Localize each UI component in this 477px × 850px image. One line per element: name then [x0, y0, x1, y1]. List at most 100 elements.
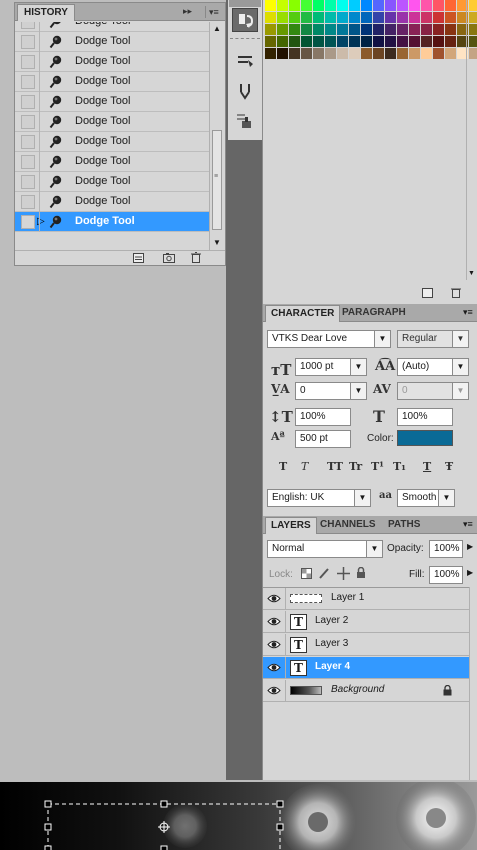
color-swatch[interactable] [373, 48, 384, 59]
history-brush-source-checkbox[interactable] [21, 115, 35, 129]
color-swatch[interactable] [385, 48, 396, 59]
color-swatch[interactable] [373, 24, 384, 35]
color-swatch[interactable] [325, 36, 336, 47]
color-swatch[interactable] [325, 0, 336, 11]
color-swatch[interactable] [313, 0, 324, 11]
color-swatch[interactable] [265, 12, 276, 23]
tab-history[interactable]: HISTORY [17, 4, 75, 21]
history-brush-source-checkbox[interactable] [21, 155, 35, 169]
history-item[interactable]: Dodge Tool [15, 32, 209, 52]
tab-character[interactable]: CHARACTER [265, 305, 341, 322]
history-brush-source-checkbox[interactable] [21, 55, 35, 69]
layer-row[interactable]: T Layer 3 [263, 634, 469, 656]
color-swatch[interactable] [265, 0, 276, 11]
color-swatch[interactable] [445, 24, 456, 35]
history-brush-source-checkbox[interactable] [21, 35, 35, 49]
language-select[interactable]: English: UK ▼ [267, 489, 371, 507]
color-swatch[interactable] [277, 12, 288, 23]
kerning-field[interactable]: 0 ▼ [295, 382, 367, 400]
opacity-field[interactable]: 100% [429, 540, 463, 558]
vertical-scale-field[interactable]: 100% [295, 408, 351, 426]
color-swatch[interactable] [373, 36, 384, 47]
color-swatch[interactable] [301, 24, 312, 35]
color-swatch[interactable] [265, 48, 276, 59]
history-brush-source-checkbox[interactable] [21, 75, 35, 89]
color-swatch[interactable] [337, 48, 348, 59]
color-swatch[interactable] [433, 36, 444, 47]
layers-scrollbar[interactable] [469, 587, 477, 780]
color-swatch[interactable] [289, 36, 300, 47]
color-swatch[interactable] [433, 12, 444, 23]
eye-icon[interactable] [267, 593, 281, 604]
color-swatch[interactable] [409, 12, 420, 23]
history-scroll-thumb[interactable]: ≡ [212, 130, 222, 230]
color-swatch[interactable] [409, 24, 420, 35]
document-canvas[interactable] [0, 782, 477, 850]
color-swatch[interactable] [397, 48, 408, 59]
tab-channels[interactable]: CHANNELS [315, 517, 381, 534]
color-swatch[interactable] [397, 36, 408, 47]
color-swatch[interactable] [397, 24, 408, 35]
history-brush-button[interactable] [232, 8, 258, 32]
color-swatch[interactable] [433, 24, 444, 35]
color-swatch[interactable] [349, 24, 360, 35]
color-swatch[interactable] [289, 24, 300, 35]
scroll-down-icon[interactable]: ▼ [213, 238, 221, 247]
history-brush-source-checkbox[interactable] [21, 195, 35, 209]
strikethrough-button[interactable]: Ŧ [445, 460, 453, 473]
fill-field[interactable]: 100% [429, 566, 463, 584]
antialias-select[interactable]: Smooth ▼ [397, 489, 455, 507]
color-swatch[interactable] [277, 36, 288, 47]
color-swatch[interactable] [325, 48, 336, 59]
color-swatch[interactable] [313, 24, 324, 35]
color-swatch[interactable] [385, 36, 396, 47]
color-swatch[interactable] [421, 48, 432, 59]
baseline-shift-field[interactable]: 500 pt [295, 430, 351, 448]
lock-transparent-icon[interactable] [301, 568, 312, 579]
color-swatch[interactable] [265, 36, 276, 47]
layer-row[interactable]: Layer 1 [263, 588, 469, 610]
color-swatch[interactable] [325, 24, 336, 35]
color-swatch[interactable] [289, 48, 300, 59]
color-swatch[interactable] [337, 24, 348, 35]
font-family-select[interactable]: VTKS Dear Love ▼ [267, 330, 391, 348]
layer-row[interactable]: T Layer 2 [263, 611, 469, 633]
history-item[interactable]: Dodge Tool [15, 22, 209, 32]
history-brush-source-checkbox[interactable] [21, 22, 35, 29]
history-item[interactable]: Dodge Tool [15, 132, 209, 152]
color-swatch[interactable] [349, 0, 360, 11]
color-swatch[interactable] [373, 12, 384, 23]
color-swatch[interactable] [301, 0, 312, 11]
blend-mode-select[interactable]: Normal ▼ [267, 540, 383, 558]
color-swatch[interactable] [361, 36, 372, 47]
eye-icon[interactable] [267, 639, 281, 650]
color-swatch[interactable] [301, 36, 312, 47]
faux-bold-button[interactable]: T [279, 460, 287, 473]
color-swatch[interactable] [289, 12, 300, 23]
history-item[interactable]: Dodge Tool [15, 172, 209, 192]
color-swatch[interactable] [361, 0, 372, 11]
color-swatch[interactable] [277, 48, 288, 59]
history-item[interactable]: Dodge Tool [15, 52, 209, 72]
new-document-icon[interactable] [133, 253, 144, 263]
scroll-up-icon[interactable]: ▲ [213, 24, 221, 33]
panel-menu-icon[interactable]: ▾≡ [463, 519, 473, 530]
swatches-scrollbar[interactable]: ▼ [466, 0, 476, 280]
scroll-down-icon[interactable]: ▼ [468, 270, 475, 277]
history-scrollbar[interactable]: ▲ ≡ ▼ [209, 22, 223, 250]
color-swatch[interactable] [385, 24, 396, 35]
layer-row[interactable]: Background [263, 680, 469, 702]
history-item[interactable]: Dodge Tool [15, 72, 209, 92]
panel-menu-icon[interactable]: ▾≡ [205, 6, 221, 18]
underline-button[interactable]: T [423, 460, 431, 473]
small-caps-button[interactable]: Tr [349, 460, 362, 473]
subscript-button[interactable]: T₁ [393, 460, 406, 473]
brush-presets-icon[interactable] [236, 52, 254, 70]
tab-paths[interactable]: PATHS [383, 517, 425, 534]
color-swatch[interactable] [361, 12, 372, 23]
color-swatch[interactable] [421, 12, 432, 23]
color-swatch[interactable] [277, 24, 288, 35]
leading-field[interactable]: (Auto) ▼ [397, 358, 469, 376]
history-brush-source-checkbox[interactable] [21, 135, 35, 149]
history-item[interactable]: Dodge Tool [15, 92, 209, 112]
